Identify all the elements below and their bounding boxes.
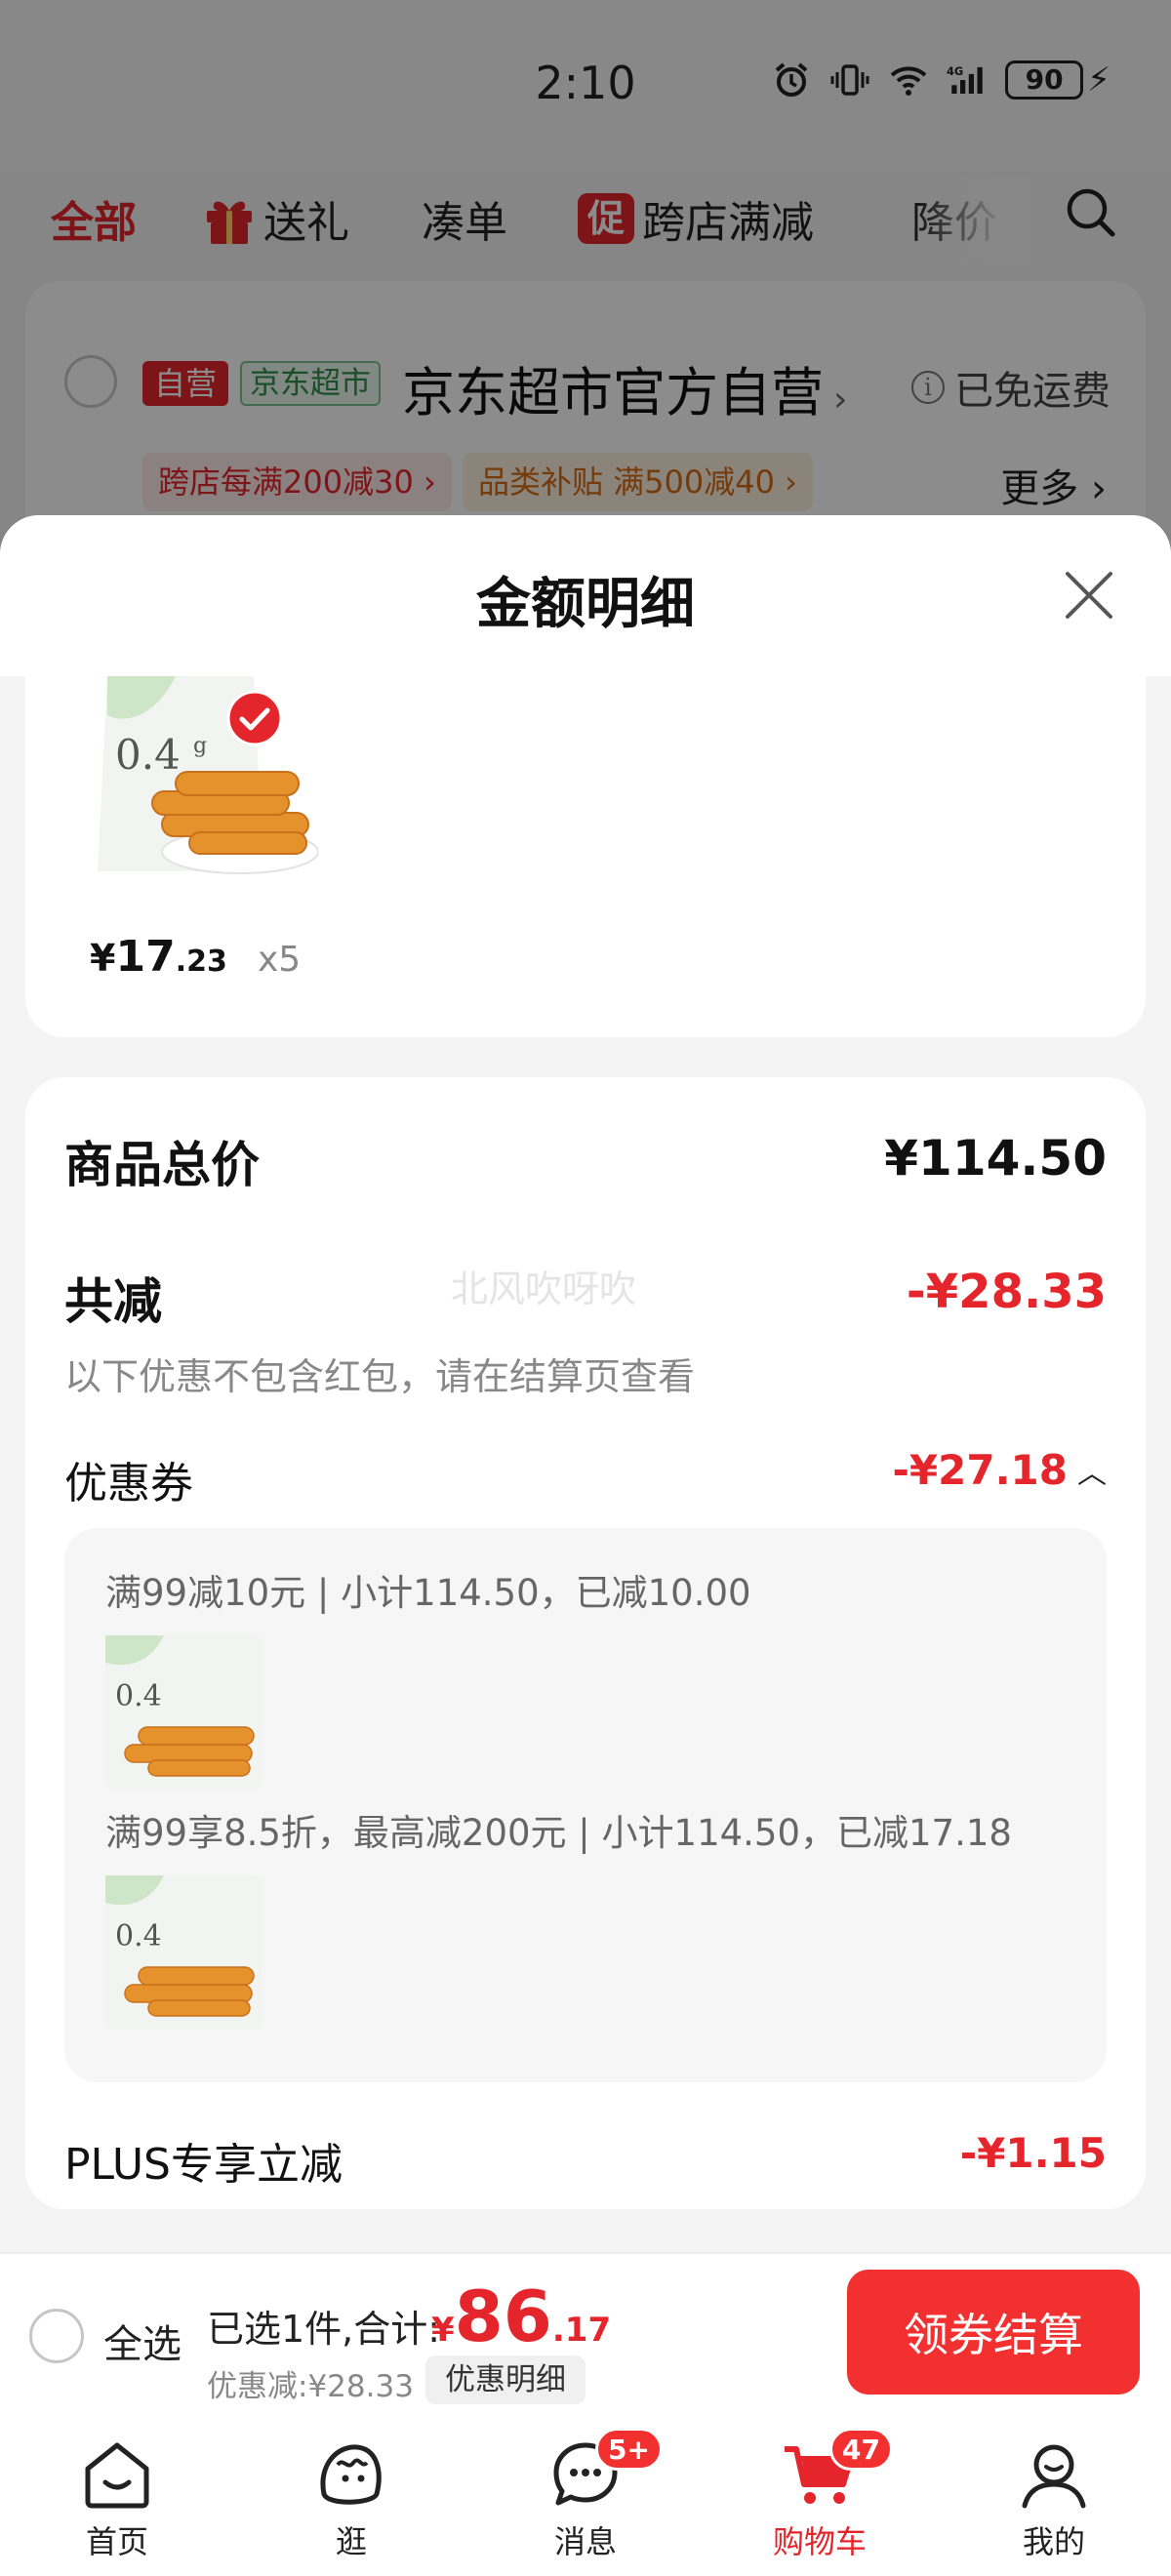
close-icon[interactable] [1060,566,1118,624]
tabbar-browse-label: 逛 [335,2523,367,2560]
product-image[interactable]: 0.4 g [94,676,318,891]
sheet-title: 金额明细 [476,573,695,636]
coupon-label: 优惠券 [64,1459,193,1509]
total-price-value: ¥114.50 [884,1130,1107,1187]
coupon-product-image: 0.4 [105,1875,262,2030]
message-badge: 5+ [595,2428,663,2471]
quantity: x5 [258,940,302,980]
coupon-value: -¥27.18 [892,1446,1068,1494]
checkout-bar: 全选 已选1件,合计: ¥86.17 优惠减:¥28.33 优惠明细 领券结算 [0,2252,1171,2416]
price-currency: ¥ [90,937,116,980]
selected-summary: 已选1件,合计: [207,2308,441,2351]
svg-text:0.4: 0.4 [115,1919,162,1953]
home-icon [85,2442,149,2509]
discount-detail-button[interactable]: 优惠明细 [425,2355,586,2404]
tabbar-profile-label: 我的 [1022,2523,1085,2560]
plus-discount-value: -¥1.15 [959,2129,1107,2177]
tabbar-home-label: 首页 [85,2523,148,2560]
select-all-radio[interactable] [29,2309,84,2363]
price-summary-card: 商品总价 ¥114.50 北风吹呀吹 共减 -¥28.33 以下优惠不包含红包，… [25,1077,1146,2209]
total-decimal: .17 [551,2311,612,2350]
tabbar-home[interactable]: 首页 [20,2435,215,2562]
select-all-label[interactable]: 全选 [103,2313,182,2369]
chevron-up-icon: ︿ [1077,1456,1107,1491]
watermark: 北风吹呀吹 [451,1268,637,1310]
coupon-details: 满99减10元 | 小计114.50，已减10.00 0.4 满99享8.5折，… [64,1528,1107,2082]
tabbar-messages[interactable]: 5+ 消息 [488,2428,683,2562]
coupon-product-image: 0.4 [105,1635,262,1790]
total-reduction-value: -¥28.33 [906,1265,1107,1319]
messages-icon-wrap: 5+ [546,2428,663,2514]
plus-discount-label: PLUS专享立减 [64,2140,343,2190]
svg-text:0.4: 0.4 [115,1679,162,1713]
coupon-line: 满99减10元 | 小计114.50，已减10.00 [105,1572,751,1614]
profile-icon [1022,2444,1086,2509]
svg-text:g: g [193,734,207,758]
tabbar-cart[interactable]: 47 购物车 [722,2428,917,2562]
price-decimal: .23 [175,945,227,979]
sheet-header: 金额明细 [0,515,1171,676]
coupon-toggle[interactable]: -¥27.18 ︿ [892,1446,1107,1494]
unit-price: ¥17.23 [90,932,227,982]
browse-mascot-icon [320,2444,382,2505]
discount-amount: 优惠减:¥28.33 [207,2369,414,2404]
checkout-total: ¥86.17 [431,2275,611,2357]
product-card: 0.4 g ¥17.23 x5 [25,676,1146,1037]
price-integer: 17 [115,932,176,982]
tabbar-profile[interactable]: 我的 [956,2435,1151,2562]
red-packet-note: 以下优惠不包含红包，请在结算页查看 [64,1355,696,1398]
tabbar-browse[interactable]: 逛 [254,2435,449,2562]
tabbar-messages-label: 消息 [553,2523,617,2560]
cart-badge: 47 [829,2428,893,2471]
total-price-label: 商品总价 [64,1137,260,1193]
total-currency: ¥ [431,2311,455,2350]
selected-check-icon [226,690,283,746]
cart-icon-wrap: 47 [781,2428,893,2514]
bottom-tab-bar: 首页 逛 5+ 消息 47 购物车 我的 [0,2416,1171,2576]
svg-text:0.4: 0.4 [115,731,181,779]
total-reduction-label: 共减 [64,1273,162,1330]
tabbar-cart-label: 购物车 [772,2523,867,2560]
total-integer: 86 [454,2275,552,2357]
checkout-button[interactable]: 领券结算 [847,2270,1140,2395]
coupon-line: 满99享8.5折，最高减200元 | 小计114.50，已减17.18 [105,1812,1012,1854]
